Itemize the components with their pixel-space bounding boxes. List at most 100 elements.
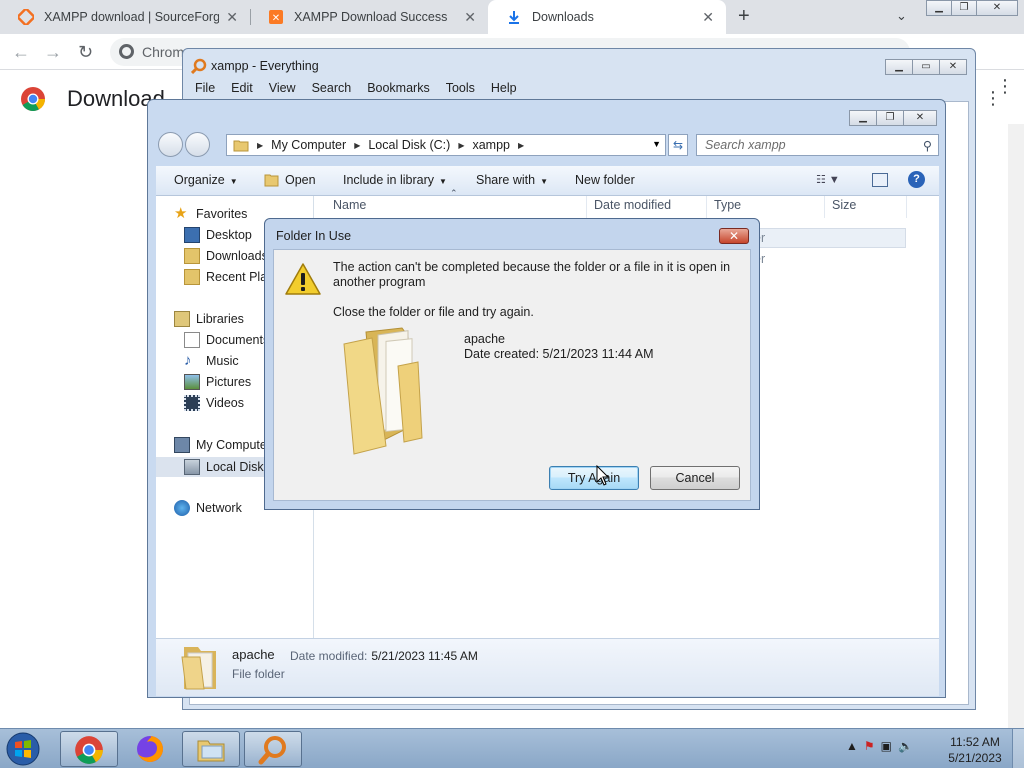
help-icon[interactable]: ? — [908, 171, 925, 188]
new-folder-button[interactable]: New folder — [575, 173, 635, 187]
forward-icon[interactable]: → — [44, 42, 62, 63]
search-placeholder: Search xampp — [705, 138, 786, 152]
forward-button[interactable] — [185, 132, 210, 157]
close-tab-icon[interactable]: ✕ — [226, 9, 238, 26]
close-icon[interactable]: ✕ — [976, 0, 1018, 16]
preview-pane-icon[interactable] — [872, 173, 888, 187]
column-size[interactable]: Size — [832, 198, 856, 212]
nav-downloads[interactable]: Downloads — [184, 248, 268, 264]
address-bar[interactable]: ▶ My Computer ▶ Local Disk (C:) ▶ xampp … — [226, 134, 666, 156]
close-tab-icon[interactable]: ✕ — [702, 9, 714, 26]
window-title: xampp - Everything — [211, 59, 319, 73]
warning-icon — [285, 263, 321, 295]
tab-xampp-success[interactable]: ✕ XAMPP Download Success ✕ — [250, 0, 488, 34]
nav-libraries[interactable]: Libraries — [174, 311, 244, 327]
window-controls: ▁ ▭ ✕ — [885, 59, 967, 75]
page-scrollbar[interactable] — [1008, 124, 1024, 730]
close-icon[interactable]: ✕ — [719, 228, 749, 244]
chevron-down-icon[interactable]: ⌄ — [896, 8, 907, 24]
breadcrumb-local-disk[interactable]: Local Disk (C:) — [368, 138, 450, 152]
search-input[interactable]: Search xampp ⚲ — [696, 134, 939, 156]
open-button[interactable]: Open — [264, 173, 316, 187]
back-icon[interactable]: ← — [12, 42, 30, 63]
nav-favorites[interactable]: ★ Favorites — [174, 206, 247, 222]
nav-label: Favorites — [196, 207, 248, 221]
tab-downloads[interactable]: Downloads ✕ — [488, 0, 726, 34]
taskbar-everything[interactable] — [244, 731, 302, 767]
nav-documents[interactable]: Documents — [184, 332, 269, 348]
column-type[interactable]: Type — [714, 198, 741, 212]
nav-music[interactable]: ♪ Music — [184, 353, 239, 369]
tab-label: XAMPP Download Success — [294, 10, 448, 24]
show-desktop-button[interactable] — [1012, 729, 1024, 768]
more-vert-icon[interactable]: ⋮ — [984, 88, 1002, 109]
breadcrumb-arrow-icon[interactable]: ▶ — [257, 141, 263, 150]
taskbar-explorer[interactable] — [182, 731, 240, 767]
menu-help[interactable]: Help — [483, 79, 525, 99]
chevron-up-icon[interactable]: ▲ — [846, 739, 858, 753]
maximize-icon[interactable]: ▭ — [912, 59, 940, 75]
column-name[interactable]: Name — [333, 198, 366, 212]
details-file-name: apache — [232, 647, 275, 662]
new-tab-icon[interactable]: + — [738, 5, 750, 28]
back-button[interactable] — [158, 132, 183, 157]
documents-icon — [184, 332, 200, 348]
music-icon: ♪ — [184, 352, 192, 369]
minimize-icon[interactable]: ▁ — [885, 59, 913, 75]
column-divider[interactable] — [706, 196, 707, 218]
cancel-button[interactable]: Cancel — [650, 466, 740, 490]
maximize-icon[interactable]: ❐ — [876, 110, 904, 126]
breadcrumb-arrow-icon[interactable]: ▶ — [354, 141, 360, 150]
selected-row-highlight[interactable] — [752, 228, 906, 248]
restore-icon[interactable]: ❐ — [951, 0, 977, 16]
taskbar-clock[interactable]: 11:52 AM 5/21/2023 — [940, 734, 1010, 766]
details-pane: apache Date modified: 5/21/2023 11:45 AM … — [156, 638, 939, 696]
nav-label: Libraries — [196, 312, 244, 326]
menu-bookmarks[interactable]: Bookmarks — [359, 79, 438, 99]
menu-edit[interactable]: Edit — [223, 79, 261, 99]
breadcrumb-xampp[interactable]: xampp — [472, 138, 510, 152]
include-in-library-button[interactable]: Include in library ▼ — [343, 173, 447, 187]
menu-file[interactable]: File — [187, 79, 223, 99]
organize-button[interactable]: Organize ▼ — [174, 173, 238, 187]
breadcrumb-arrow-icon[interactable]: ▶ — [518, 141, 524, 150]
menu-search[interactable]: Search — [304, 79, 360, 99]
share-with-button[interactable]: Share with ▼ — [476, 173, 548, 187]
reload-icon[interactable]: ↻ — [78, 42, 93, 63]
network-status-icon[interactable]: ▣ — [881, 739, 892, 753]
try-again-button[interactable]: Try Again — [549, 466, 639, 490]
menu-tools[interactable]: Tools — [438, 79, 483, 99]
close-icon[interactable]: ✕ — [903, 110, 937, 126]
nav-my-computer[interactable]: My Compute — [174, 437, 267, 453]
star-icon: ★ — [174, 205, 188, 222]
column-date-modified[interactable]: Date modified — [594, 198, 671, 212]
breadcrumb-my-computer[interactable]: My Computer — [271, 138, 346, 152]
menu-view[interactable]: View — [261, 79, 304, 99]
column-divider[interactable] — [906, 196, 907, 218]
column-divider[interactable] — [824, 196, 825, 218]
minimize-icon[interactable]: ▁ — [849, 110, 877, 126]
tab-xampp-sourceforge[interactable]: XAMPP download | SourceForge. ✕ — [0, 0, 250, 34]
volume-icon[interactable]: 🔈 — [898, 739, 913, 753]
chevron-down-icon[interactable]: ▼ — [652, 139, 661, 149]
nav-videos[interactable]: Videos — [184, 395, 244, 411]
nav-recent-places[interactable]: Recent Plac — [184, 269, 273, 285]
close-tab-icon[interactable]: ✕ — [464, 9, 476, 26]
nav-desktop[interactable]: Desktop — [184, 227, 252, 243]
browser-tab-strip: XAMPP download | SourceForge. ✕ ✕ XAMPP … — [0, 0, 1024, 34]
close-icon[interactable]: ✕ — [939, 59, 967, 75]
action-center-icon[interactable]: ⚑ — [864, 739, 875, 753]
start-button[interactable] — [3, 731, 43, 767]
minimize-icon[interactable]: ▁ — [926, 0, 952, 16]
search-icon[interactable]: ⚲ — [923, 138, 932, 153]
breadcrumb-arrow-icon[interactable]: ▶ — [458, 141, 464, 150]
menu-bar: File Edit View Search Bookmarks Tools He… — [187, 79, 969, 99]
view-options-icon[interactable]: ☷ ▼ — [816, 173, 840, 186]
taskbar-firefox[interactable] — [122, 731, 180, 767]
firefox-icon — [137, 736, 163, 762]
refresh-icon[interactable]: ⇆ — [668, 134, 688, 156]
taskbar-chrome[interactable] — [60, 731, 118, 767]
nav-pictures[interactable]: Pictures — [184, 374, 251, 390]
nav-network[interactable]: Network — [174, 500, 242, 516]
column-divider[interactable] — [586, 196, 587, 218]
